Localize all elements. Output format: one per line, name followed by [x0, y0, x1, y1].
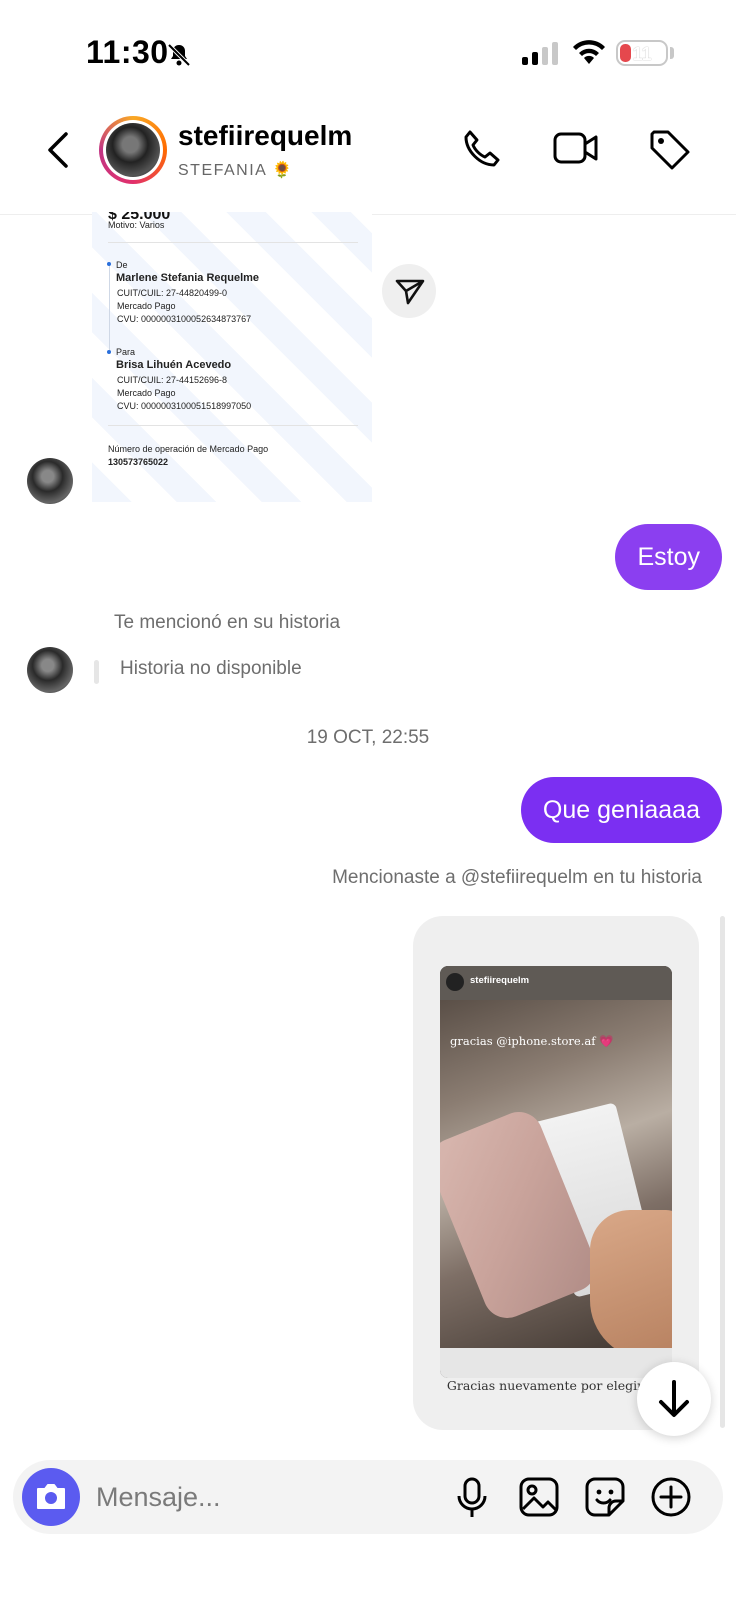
receipt-to-bank: Mercado Pago [117, 388, 176, 398]
story-username: stefiirequelm [470, 975, 530, 986]
chat-username[interactable]: stefiirequelm [178, 120, 352, 152]
story-photo: gracias @iphone.store.af 💗 [440, 1000, 672, 1360]
wifi-icon [573, 40, 605, 64]
add-icon[interactable] [650, 1476, 692, 1518]
video-call-icon[interactable] [552, 128, 600, 168]
sticker-icon[interactable] [584, 1476, 626, 1518]
sent-message-bubble[interactable]: Que geniaaaa [520, 777, 722, 843]
microphone-icon[interactable] [454, 1476, 490, 1520]
scrollbar[interactable] [720, 916, 725, 1428]
sender-avatar[interactable] [27, 458, 73, 504]
chat-display-name[interactable]: STEFANIA 🌻 [178, 160, 294, 180]
receipt-from-label: De [116, 260, 128, 270]
reply-quote-bar [94, 660, 99, 684]
receipt-from-cvu: CVU: 0000003100052634873767 [117, 314, 252, 324]
receipt-to-name: Brisa Lihuén Acevedo [116, 359, 232, 371]
story-mention-label: Te mencionó en su historia [114, 612, 341, 633]
story-unavailable-text: Historia no disponible [120, 658, 302, 679]
bell-muted-icon [167, 43, 191, 67]
receipt-from-bank: Mercado Pago [117, 301, 176, 311]
receipt-reason: Motivo: Varios [108, 220, 165, 230]
phone-call-icon[interactable] [460, 128, 504, 172]
story-user-avatar [446, 973, 464, 991]
receipt-to-cuit: CUIT/CUIL: 27-44152696-8 [117, 375, 228, 385]
camera-icon [37, 1484, 65, 1509]
receipt-operation-number: 130573765022 [108, 457, 169, 467]
story-overlay-text: gracias @iphone.store.af 💗 [450, 1034, 614, 1048]
back-arrow-icon[interactable] [44, 130, 74, 170]
status-time: 11:30 [86, 34, 169, 70]
sender-avatar[interactable] [27, 647, 73, 693]
profile-avatar[interactable] [99, 116, 167, 184]
scroll-to-bottom-button[interactable] [637, 1362, 711, 1436]
story-mention-sent-label: Mencionaste a @stefiirequelm en tu histo… [332, 867, 702, 888]
receipt-to-label: Para [116, 347, 136, 357]
camera-button[interactable] [22, 1468, 80, 1526]
date-separator: 19 OCT, 22:55 [306, 727, 430, 748]
battery-indicator: 11 [616, 40, 668, 66]
cellular-signal-icon [522, 42, 558, 65]
gallery-icon[interactable] [518, 1476, 560, 1518]
battery-cap [670, 47, 674, 59]
receipt-from-name: Marlene Stefania Requelme [116, 272, 260, 284]
arrow-down-icon [659, 1380, 689, 1417]
transfer-receipt-image[interactable]: $ 25.000 Motivo: Varios De Marlene Stefa… [92, 212, 372, 502]
tag-icon[interactable] [648, 128, 692, 172]
receipt-to-cvu: CVU: 0000003100051518997050 [117, 401, 252, 411]
message-input[interactable] [94, 1470, 428, 1524]
receipt-operation-label: Número de operación de Mercado Pago [108, 444, 269, 454]
send-icon [395, 279, 425, 305]
share-button[interactable] [382, 264, 436, 318]
story-preview-image[interactable]: stefiirequelm gracias @iphone.store.af 💗 [440, 966, 672, 1378]
battery-level: 11 [632, 44, 652, 64]
sent-message-bubble[interactable]: Estoy [615, 524, 722, 590]
receipt-from-cuit: CUIT/CUIL: 27-44820499-0 [117, 288, 228, 298]
